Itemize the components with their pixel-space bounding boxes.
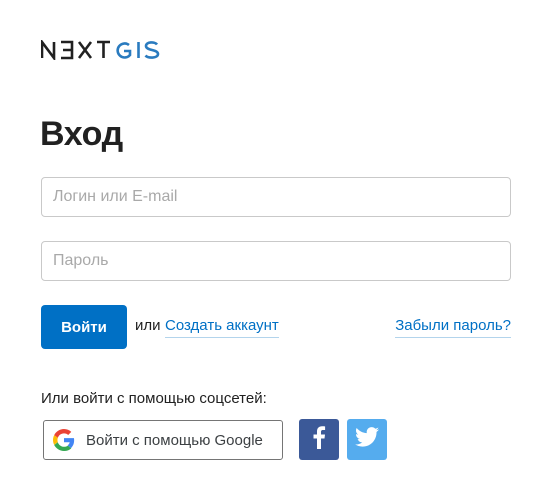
or-text: или: [135, 317, 161, 334]
page-title: Вход: [40, 115, 123, 153]
login-input[interactable]: [42, 178, 510, 216]
facebook-icon: [312, 425, 326, 454]
twitter-icon: [355, 427, 379, 452]
google-icon: [52, 428, 76, 452]
password-input[interactable]: [42, 242, 510, 280]
forgot-password-link[interactable]: Забыли пароль?: [395, 317, 511, 338]
twitter-login-button[interactable]: [347, 419, 387, 460]
create-account-link[interactable]: Создать аккаунт: [165, 317, 279, 338]
facebook-login-button[interactable]: [299, 419, 339, 460]
nextgis-logo-mark: [41, 40, 160, 60]
nextgis-logo[interactable]: [41, 40, 173, 60]
login-field[interactable]: [41, 177, 511, 217]
password-field[interactable]: [41, 241, 511, 281]
google-login-label: Войти с помощью Google: [86, 431, 263, 449]
login-button[interactable]: Войти: [41, 305, 127, 349]
google-login-button[interactable]: Войти с помощью Google: [43, 420, 283, 460]
social-login-caption: Или войти с помощью соцсетей:: [41, 390, 267, 407]
